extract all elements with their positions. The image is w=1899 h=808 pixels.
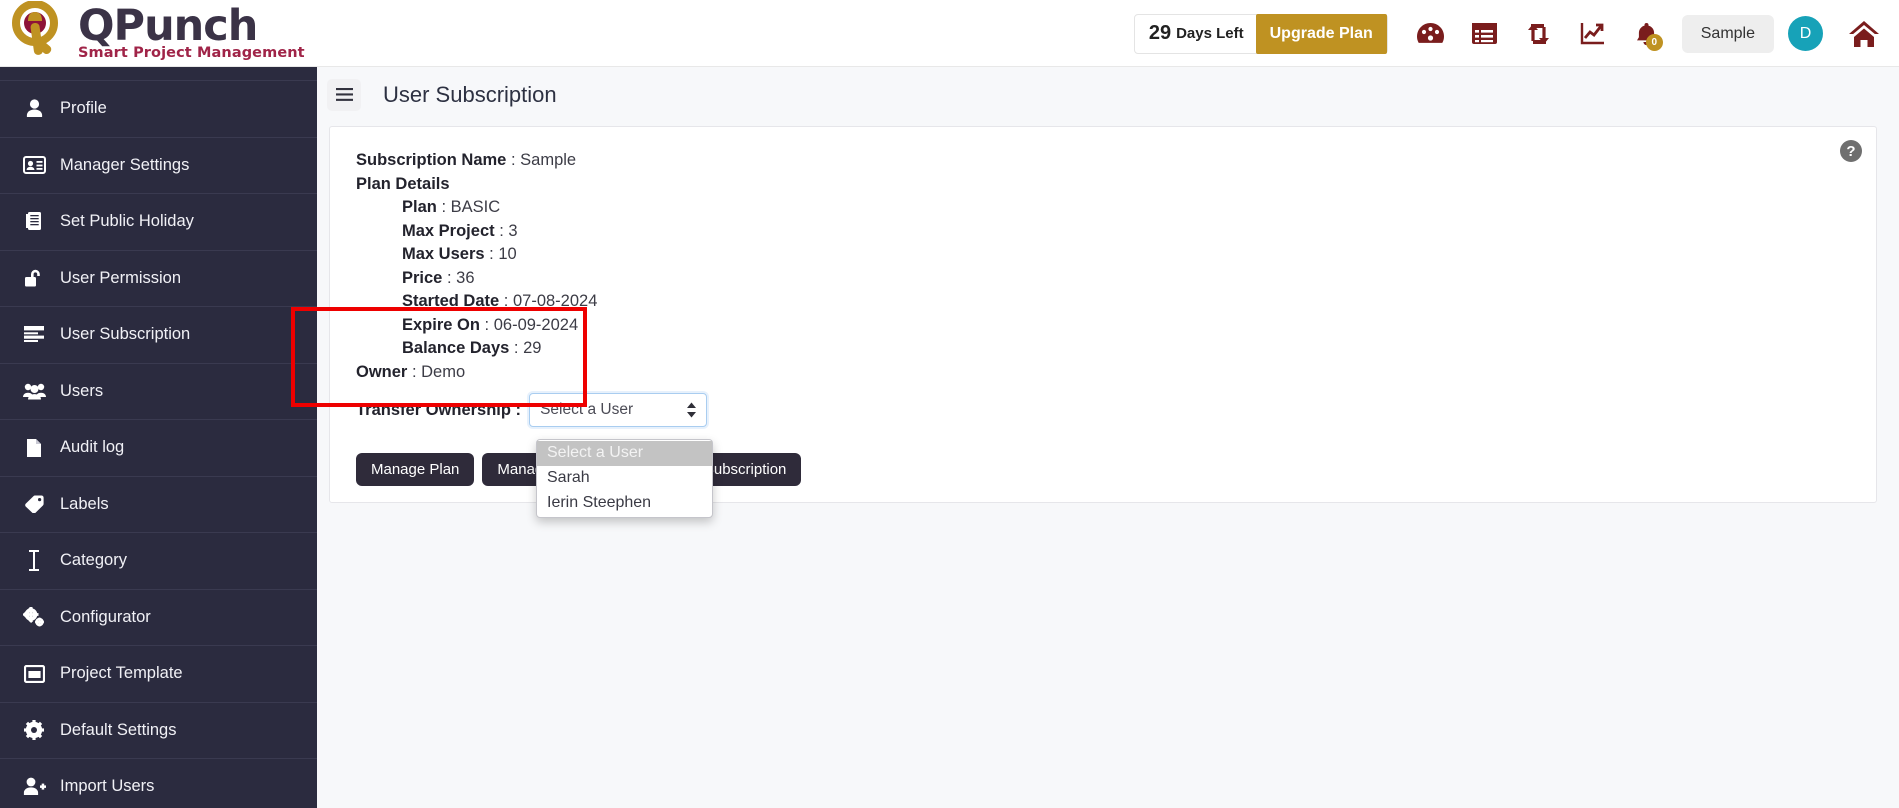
detail-row-max-users: Max Users : 10: [402, 245, 517, 263]
detail-row-expire-on: Expire On : 06-09-2024: [402, 315, 579, 334]
sidebar-item-users[interactable]: Users: [0, 364, 317, 420]
sidebar-item-project-template[interactable]: Project Template: [0, 646, 317, 703]
brand-name: QPunch: [78, 1, 258, 52]
main-content: User Subscription ? Subscription Name : …: [317, 67, 1899, 808]
bell-icon[interactable]: 0: [1620, 0, 1674, 67]
sidebar-item-label: Import Users: [60, 777, 155, 796]
transfer-ownership-label: Transfer Ownership :: [356, 400, 522, 419]
transfer-ownership-select[interactable]: Select a User: [529, 393, 708, 427]
sidebar-item-profile[interactable]: Profile: [0, 81, 317, 138]
sidebar-item-category[interactable]: Category: [0, 533, 317, 590]
detail-row-price: Price : 36: [402, 268, 475, 287]
calendar-stack-icon: [14, 211, 54, 232]
tag-icon: [14, 495, 54, 514]
question-circle-icon[interactable]: ?: [1840, 140, 1862, 162]
sidebar-item-default-settings[interactable]: Default Settings: [0, 703, 317, 759]
sidebar-item-user-permission[interactable]: User Permission: [0, 251, 317, 307]
sidebar-item-label: Users: [60, 381, 104, 400]
notification-count-badge: 0: [1645, 34, 1663, 51]
dashboard-gauge-icon[interactable]: [1404, 0, 1458, 67]
workspace-chip[interactable]: Sample: [1681, 14, 1774, 53]
sidebar-item-configurator[interactable]: Configurator: [0, 590, 317, 646]
dropdown-option[interactable]: Sarah: [537, 466, 712, 491]
user-plus-icon: [14, 777, 54, 796]
sidebar-item-label: Project Template: [60, 664, 183, 683]
sidebar-item-manager-settings[interactable]: Manager Settings: [0, 138, 317, 194]
sidebar-item-label: User Permission: [60, 268, 182, 287]
cogs-icon: [14, 607, 54, 627]
chart-line-icon[interactable]: [1566, 0, 1620, 67]
unlock-icon: [14, 268, 54, 288]
exchange-arrows-icon[interactable]: [1512, 0, 1566, 67]
window-icon: [14, 664, 54, 683]
sidebar-item-label: Category: [60, 551, 127, 570]
sidebar-item-label: Set Public Holiday: [60, 212, 194, 231]
sidebar-item-user-subscription[interactable]: User Subscription: [0, 307, 317, 364]
chevron-updown-icon: [686, 402, 697, 419]
subscription-card: ? Subscription Name : Sample Plan Detail…: [329, 126, 1877, 518]
page-header: User Subscription: [317, 67, 1899, 122]
users-group-icon: [14, 382, 54, 400]
sidebar-item-label: Labels: [60, 494, 109, 513]
sidebar-item-label: Default Settings: [60, 720, 177, 739]
brand-logo[interactable]: QPunch Smart Project Management: [0, 0, 317, 67]
colon: :: [510, 151, 521, 169]
home-icon[interactable]: [1837, 0, 1891, 67]
list-lines-icon: [14, 326, 54, 343]
trial-days-label: Days Left: [1176, 25, 1244, 42]
owner-row: Owner : Demo: [356, 362, 466, 381]
user-icon: [14, 99, 54, 118]
upgrade-plan-button[interactable]: Upgrade Plan: [1255, 13, 1387, 54]
subscription-name-value: Sample: [520, 151, 577, 169]
subscription-name-label: Subscription Name: [356, 151, 507, 169]
dropdown-option[interactable]: Select a User: [537, 441, 712, 466]
top-header: QPunch Smart Project Management 29 Days …: [0, 0, 1899, 67]
transfer-ownership-row: Transfer Ownership : Select a User Selec…: [356, 393, 1850, 518]
sidebar: Subscription Profile Manager Settings Se…: [0, 55, 317, 808]
subscription-name-row: Subscription Name : Sample: [356, 149, 1850, 173]
plan-details-heading: Plan Details: [356, 174, 450, 193]
sidebar-item-label: Audit log: [60, 438, 125, 457]
transfer-ownership-dropdown[interactable]: Select a User Sarah Ierin Steephen: [536, 439, 713, 518]
sidebar-item-label: Manager Settings: [60, 155, 190, 174]
id-card-icon: [14, 156, 54, 175]
header-actions: 29 Days Left Upgrade Plan 0 Sample D: [1133, 0, 1891, 67]
owner-label: Owner: [356, 362, 408, 381]
sidebar-item-labels[interactable]: Labels: [0, 477, 317, 533]
avatar[interactable]: D: [1788, 16, 1823, 51]
sidebar-item-import-users[interactable]: Import Users: [0, 759, 317, 808]
sidebar-item-label: Profile: [60, 99, 107, 118]
transfer-ownership-selected-value: Select a User: [540, 401, 634, 418]
report-list-icon[interactable]: [1458, 0, 1512, 67]
sidebar-item-audit-log[interactable]: Audit log: [0, 420, 317, 477]
dropdown-option[interactable]: Ierin Steephen: [537, 491, 712, 516]
page-title: User Subscription: [383, 81, 557, 107]
hamburger-menu-icon[interactable]: [327, 78, 361, 111]
detail-row-plan: Plan : BASIC: [402, 198, 501, 216]
detail-row-max-project: Max Project : 3: [402, 221, 518, 240]
detail-row-balance-days: Balance Days : 29: [402, 339, 542, 357]
detail-row-started-date: Started Date : 07-08-2024: [402, 292, 598, 310]
manage-plan-button[interactable]: Manage Plan: [356, 453, 475, 486]
sidebar-item-label: User Subscription: [60, 325, 191, 344]
owner-value: Demo: [421, 362, 466, 381]
gear-icon: [14, 720, 54, 741]
magnifier-wrench-logo-icon: [8, 0, 74, 65]
trial-days-count: 29: [1148, 22, 1172, 44]
sidebar-item-set-public-holiday[interactable]: Set Public Holiday: [0, 194, 317, 251]
sidebar-item-label: Configurator: [60, 607, 151, 626]
file-icon: [14, 438, 54, 458]
brand-tagline: Smart Project Management: [78, 45, 305, 62]
trial-status: 29 Days Left Upgrade Plan: [1133, 13, 1388, 54]
text-cursor-icon: [14, 550, 54, 572]
